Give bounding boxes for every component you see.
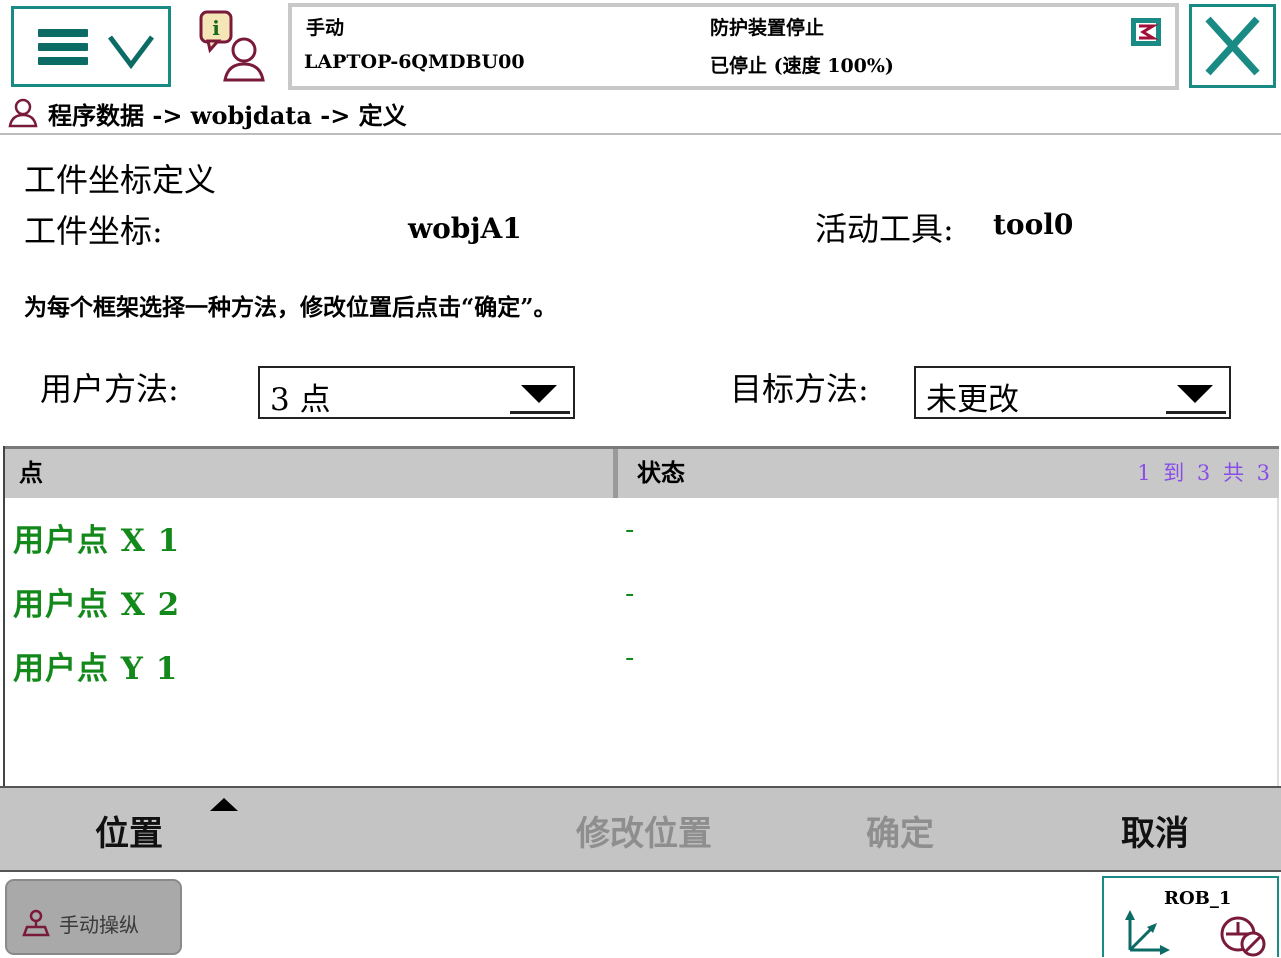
- position-button[interactable]: 位置: [95, 806, 163, 855]
- point-name: 用户点 Y 1: [13, 651, 179, 687]
- column-header-point: 点: [5, 449, 618, 498]
- run-state: 已停止 (速度 100%): [710, 55, 894, 77]
- wobj-value: wobjA1: [408, 212, 522, 245]
- close-icon: [1205, 16, 1260, 76]
- table-row[interactable]: 用户点 X 2 -: [5, 565, 1279, 629]
- table-row[interactable]: 用户点 X 1 -: [5, 501, 1279, 565]
- taskbar: 手动操纵 ROB_1: [0, 872, 1281, 957]
- main-menu-button[interactable]: [11, 6, 171, 87]
- chevron-down-icon: [108, 35, 154, 70]
- ok-button[interactable]: 确定: [866, 806, 934, 855]
- active-tool-label: 活动工具:: [815, 210, 954, 248]
- point-name: 用户点 X 1: [13, 523, 181, 559]
- dropdown-arrow-icon: [521, 385, 557, 403]
- breadcrumb: 程序数据 -> wobjdata -> 定义: [6, 96, 407, 130]
- point-status: -: [625, 643, 635, 673]
- divider: [0, 133, 1281, 135]
- row-range-indicator: 1 到 3 共 3: [1137, 461, 1273, 485]
- user-icon: [8, 98, 38, 128]
- svg-text:i: i: [212, 16, 220, 40]
- status-panel[interactable]: 手动 LAPTOP-6QMDBU00 防护装置停止 已停止 (速度 100%): [288, 3, 1179, 90]
- modify-position-button[interactable]: 修改位置: [576, 806, 712, 855]
- user-method-value: 3 点: [270, 382, 331, 418]
- operating-mode: 手动: [306, 17, 345, 39]
- controller-status-icon: [1131, 18, 1161, 46]
- jog-icon: [22, 909, 50, 937]
- table-row[interactable]: 用户点 Y 1 -: [5, 629, 1279, 693]
- robot-stopped-icon: [1220, 916, 1266, 957]
- breadcrumb-path[interactable]: 程序数据 -> wobjdata -> 定义: [48, 96, 407, 131]
- controller-name: LAPTOP-6QMDBU00: [304, 51, 525, 73]
- cancel-button[interactable]: 取消: [1121, 806, 1189, 855]
- jog-task-button[interactable]: 手动操纵: [5, 879, 182, 955]
- active-tool-value: tool0: [993, 208, 1074, 241]
- robot-name: ROB_1: [1164, 888, 1232, 909]
- robot-status-button[interactable]: ROB_1: [1102, 876, 1279, 957]
- dropdown-button[interactable]: [1166, 371, 1226, 414]
- event-log-icon: i: [199, 10, 265, 82]
- target-method-select[interactable]: 未更改: [914, 366, 1231, 419]
- close-button[interactable]: [1189, 4, 1276, 88]
- target-method-value: 未更改: [926, 382, 1019, 418]
- user-method-label: 用户方法:: [40, 370, 179, 408]
- top-bar: i 手动 LAPTOP-6QMDBU00 防护装置停止 已停止 (速度 100%…: [0, 0, 1281, 92]
- target-method-label: 目标方法:: [730, 370, 869, 408]
- caret-up-icon: [210, 798, 238, 811]
- dropdown-button[interactable]: [510, 371, 570, 414]
- command-bar: 位置 修改位置 确定 取消: [0, 786, 1281, 872]
- point-name: 用户点 X 2: [13, 587, 181, 623]
- coordinate-axes-icon: [1125, 910, 1170, 955]
- points-table: 点 状态 1 到 3 共 3 用户点 X 1 - 用户点 X 2 - 用户点 Y…: [3, 446, 1279, 788]
- wobj-label: 工件坐标:: [24, 212, 163, 250]
- jog-task-label: 手动操纵: [59, 913, 139, 937]
- point-status: -: [625, 515, 635, 545]
- table-header: 点 状态 1 到 3 共 3: [5, 446, 1279, 498]
- instruction-text: 为每个框架选择一种方法，修改位置后点击“确定”。: [24, 294, 557, 321]
- menu-icon: [38, 29, 88, 71]
- page-title: 工件坐标定义: [24, 161, 217, 199]
- point-status: -: [625, 579, 635, 609]
- safety-state: 防护装置停止: [710, 17, 825, 39]
- event-log-button[interactable]: i: [192, 8, 272, 86]
- dropdown-arrow-icon: [1177, 385, 1213, 403]
- user-method-select[interactable]: 3 点: [258, 366, 575, 419]
